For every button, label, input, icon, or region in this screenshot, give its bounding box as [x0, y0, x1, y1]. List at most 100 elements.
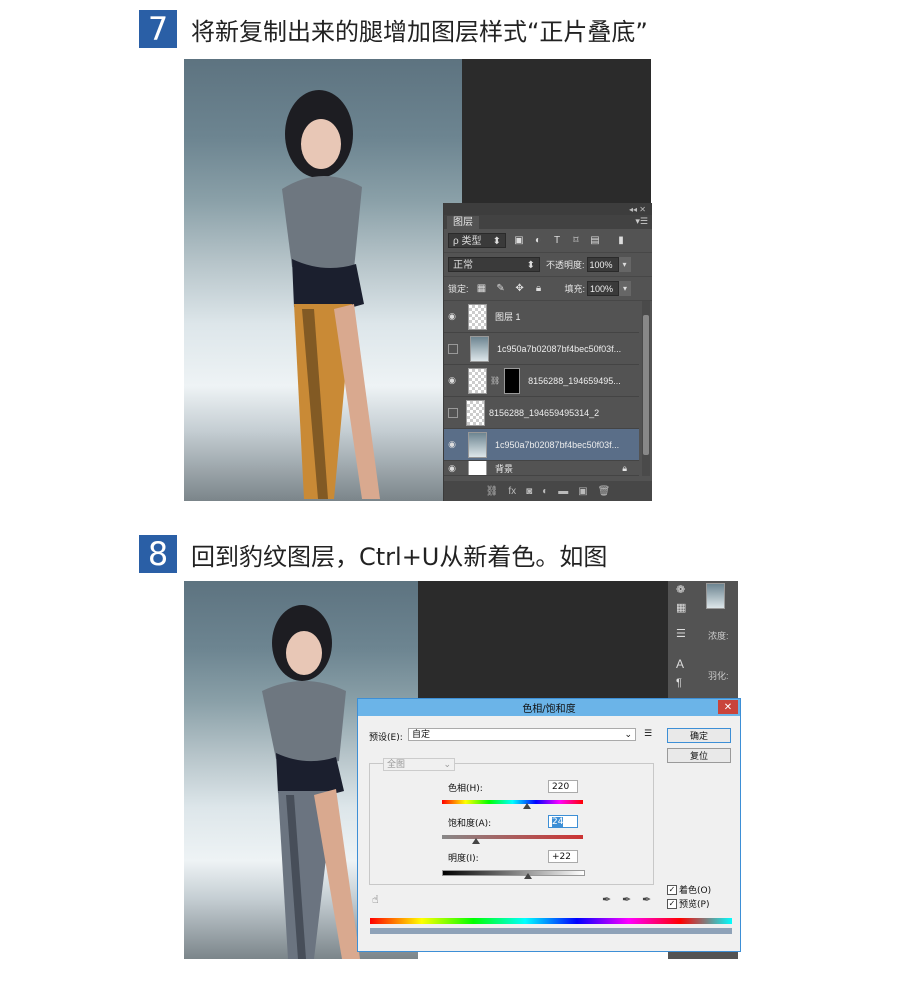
tab-layers[interactable]: 图层	[447, 216, 479, 229]
reset-button[interactable]: 复位	[667, 748, 731, 763]
layer-name: 1c950a7b02087bf4bec50f03f...	[495, 439, 620, 450]
source-color-bar	[370, 918, 732, 924]
channel-select[interactable]: 全图 ⌄	[383, 758, 455, 771]
density-label: 浓度:	[708, 631, 729, 641]
eyedropper-icon[interactable]: ✒	[602, 893, 611, 906]
layer-thumbnail	[468, 461, 487, 475]
lightness-label: 明度(I):	[448, 854, 479, 864]
layer-name: 1c950a7b02087bf4bec50f03f...	[497, 343, 622, 354]
opacity-input[interactable]: 100%	[586, 257, 619, 272]
step-title: 回到豹纹图层，Ctrl+U从新着色。如图	[191, 542, 608, 571]
step-number-badge: 7	[139, 10, 177, 48]
layer-name: 8156288_194659495314_2	[489, 407, 600, 418]
saturation-slider-thumb[interactable]	[471, 838, 480, 844]
chevron-down-icon: ⌄	[443, 760, 451, 770]
layer-mask-thumbnail[interactable]	[504, 367, 521, 394]
adjustment-layer-icon[interactable]: ◐	[542, 486, 548, 497]
lock-label: 锁定:	[448, 284, 469, 294]
eye-icon[interactable]: ◉	[444, 375, 460, 386]
link-layers-icon[interactable]: ⛓	[486, 486, 499, 497]
filter-toggle-icon[interactable]: ▮	[615, 235, 627, 246]
layers-footer: ⛓ fx ◙ ◐ ▬ ▣ 🗑︎	[444, 481, 652, 501]
layers-list: ◉ 图层 1 1c950a7b02087bf4bec50f03f... ◉ ⛓ …	[444, 301, 652, 476]
lock-position-icon[interactable]: ✥	[514, 283, 526, 294]
paragraph-tool-icon[interactable]: ¶	[676, 677, 682, 689]
saturation-track[interactable]	[442, 835, 583, 839]
add-mask-icon[interactable]: ◙	[526, 486, 532, 497]
panel-tool-icon[interactable]: ❁	[676, 583, 685, 596]
type-tool-icon[interactable]: A	[676, 657, 684, 671]
lock-all-icon[interactable]: 🔒︎	[533, 283, 545, 294]
hue-slider-thumb[interactable]	[522, 803, 531, 809]
layer-row[interactable]: ◉ 背景 🔒︎	[444, 461, 639, 476]
lightness-track[interactable]	[442, 870, 585, 876]
blend-mode-select[interactable]: 正常 ⬍	[448, 257, 540, 272]
step-title: 将新复制出来的腿增加图层样式“正片叠底”	[191, 17, 648, 46]
lightness-slider-thumb[interactable]	[524, 873, 532, 879]
trash-icon[interactable]: 🗑︎	[598, 486, 611, 497]
panel-menu-icon[interactable]: ▾☰	[635, 216, 648, 227]
hand-adjust-icon[interactable]: ☝	[372, 893, 379, 906]
image-filter-icon[interactable]: ▣	[513, 235, 525, 246]
lock-icon: 🔒︎	[622, 462, 627, 473]
layers-scrollbar[interactable]	[642, 301, 650, 476]
layer-filter-select[interactable]: ρ 类型 ⬍	[448, 233, 506, 248]
saturation-input[interactable]: 24	[548, 815, 578, 828]
dialog-title: 色相/饱和度	[522, 704, 576, 715]
type-filter-icon[interactable]: T	[551, 235, 563, 246]
checkbox-box: ✓	[667, 884, 677, 895]
lock-paint-icon[interactable]: ✎	[495, 283, 507, 294]
link-icon[interactable]: ⛓	[490, 376, 500, 385]
panel-tool-icon[interactable]: ☰	[676, 627, 686, 640]
visibility-off-icon[interactable]	[448, 407, 458, 418]
preset-options-icon[interactable]: ☰	[644, 729, 652, 739]
close-icon[interactable]: ✕	[718, 700, 738, 714]
eye-icon[interactable]: ◉	[444, 463, 460, 474]
fill-input[interactable]: 100%	[587, 281, 620, 296]
layer-thumbnail	[466, 399, 485, 426]
ok-button[interactable]: 确定	[667, 728, 731, 743]
eyedropper-minus-icon[interactable]: ✒	[642, 893, 651, 906]
result-color-bar	[370, 928, 732, 934]
shape-filter-icon[interactable]: ⌑	[570, 235, 582, 246]
layer-row[interactable]: 8156288_194659495314_2	[444, 397, 639, 429]
layer-name: 8156288_194659495...	[528, 375, 621, 386]
fx-icon[interactable]: fx	[508, 486, 516, 497]
hue-track[interactable]	[442, 800, 583, 804]
adjust-group	[369, 763, 654, 885]
dialog-titlebar[interactable]: 色相/饱和度 ✕	[358, 699, 740, 716]
layer-thumbnail	[470, 335, 489, 362]
fill-dropdown-icon[interactable]: ▾	[619, 281, 632, 296]
panel-tool-icon[interactable]: ▦	[676, 601, 686, 614]
opacity-dropdown-icon[interactable]: ▾	[618, 257, 631, 272]
checkbox-box: ✓	[667, 898, 677, 909]
hue-label: 色相(H):	[448, 784, 483, 794]
adjustment-filter-icon[interactable]: ◐	[532, 235, 544, 246]
new-group-icon[interactable]: ▬	[558, 486, 568, 497]
preset-select[interactable]: 自定 ⌄	[408, 728, 636, 741]
lock-transparency-icon[interactable]: ▦	[476, 283, 488, 294]
preview-checkbox[interactable]: ✓ 预览(P)	[667, 897, 709, 910]
chevron-down-icon: ⬍	[526, 260, 535, 271]
colorize-checkbox[interactable]: ✓ 着色(O)	[667, 883, 711, 896]
chevron-down-icon: ⌄	[624, 730, 632, 740]
layer-row[interactable]: ◉ ⛓ 8156288_194659495...	[444, 365, 639, 397]
layer-thumbnail	[468, 367, 487, 394]
step-8-header: 8 回到豹纹图层，Ctrl+U从新着色。如图	[139, 535, 607, 573]
eye-icon[interactable]: ◉	[444, 439, 460, 450]
layer-row-selected[interactable]: ◉ 1c950a7b02087bf4bec50f03f...	[444, 429, 639, 461]
fill-label: 填充:	[564, 284, 586, 294]
lightness-input[interactable]: +22	[548, 850, 578, 863]
panel-collapse-icons[interactable]: ◂◂ ✕	[444, 203, 652, 215]
hue-input[interactable]: 220	[548, 780, 578, 793]
eye-icon[interactable]: ◉	[444, 311, 460, 322]
visibility-off-icon[interactable]	[448, 343, 458, 354]
layer-row[interactable]: 1c950a7b02087bf4bec50f03f...	[444, 333, 639, 365]
new-layer-icon[interactable]: ▣	[578, 486, 587, 497]
layer-thumbnail	[468, 431, 487, 458]
layer-row[interactable]: ◉ 图层 1	[444, 301, 639, 333]
layers-panel: ◂◂ ✕ 图层 ▾☰ ρ 类型 ⬍ ▣ ◐ T ⌑ ▤ ▮ 正常 ⬍ 不透明度: 1…	[443, 203, 652, 501]
feather-label: 羽化:	[708, 671, 729, 681]
smart-object-filter-icon[interactable]: ▤	[589, 235, 601, 246]
eyedropper-plus-icon[interactable]: ✒	[622, 893, 631, 906]
